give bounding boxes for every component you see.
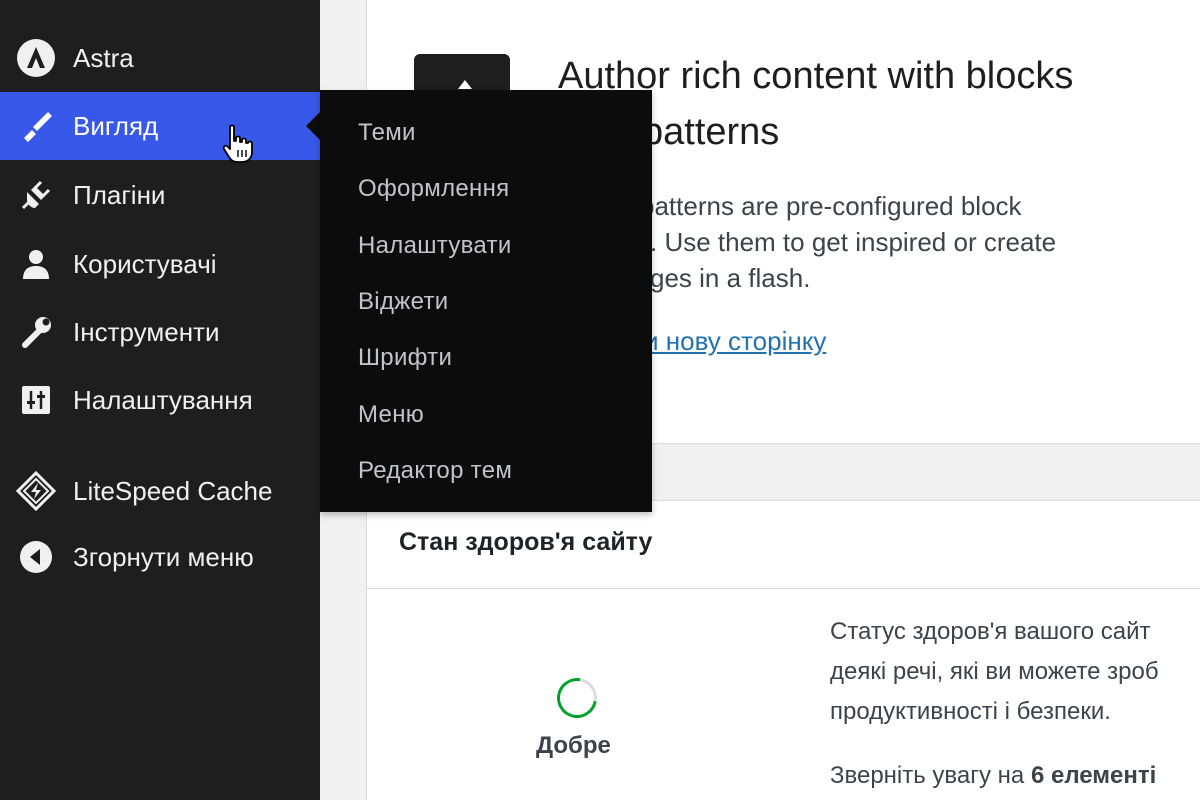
submenu-item-widgets[interactable]: Віджети <box>358 288 448 316</box>
submenu-item-design[interactable]: Оформлення <box>358 175 509 203</box>
wrench-icon <box>16 312 56 352</box>
appearance-submenu: Теми Оформлення Налаштувати Віджети Шриф… <box>320 90 652 512</box>
admin-sidebar: Astra Вигляд Плагіни Користувачі Інструм… <box>0 0 320 800</box>
submenu-item-customize[interactable]: Налаштувати <box>358 232 512 260</box>
health-notice: Зверніть увагу на 6 елементі <box>830 756 1156 796</box>
health-description: Статус здоров'я вашого сайт <box>830 618 1151 645</box>
health-notice-text: Зверніть увагу на <box>830 762 1031 789</box>
sidebar-item-astra[interactable]: Astra <box>0 24 320 92</box>
sidebar-item-label: Інструменти <box>73 316 220 347</box>
submenu-item-themes[interactable]: Теми <box>358 119 416 147</box>
add-new-page-link[interactable]: и нову сторінку <box>644 326 826 357</box>
welcome-text: patterns are pre-configured block <box>640 191 1022 221</box>
submenu-item-menus[interactable]: Меню <box>358 401 424 429</box>
submenu-item-theme-editor[interactable]: Редактор тем <box>358 457 512 485</box>
sidebar-item-tools[interactable]: Інструменти <box>0 298 320 366</box>
welcome-text: ges in a flash. <box>650 263 811 293</box>
health-description: деякі речі, які ви можете зроб <box>830 658 1159 685</box>
sidebar-item-label: Згорнути меню <box>73 541 254 572</box>
sidebar-item-settings[interactable]: Налаштування <box>0 366 320 434</box>
collapse-arrow-icon <box>16 537 56 577</box>
submenu-item-fonts[interactable]: Шрифти <box>358 344 452 372</box>
plugin-icon <box>16 175 56 215</box>
sidebar-item-users[interactable]: Користувачі <box>0 230 320 298</box>
litespeed-icon <box>16 471 56 511</box>
sidebar-item-litespeed[interactable]: LiteSpeed Cache <box>0 457 320 525</box>
sidebar-item-label: Користувачі <box>73 248 217 279</box>
collapse-menu-button[interactable]: Згорнути меню <box>0 523 320 591</box>
sidebar-item-label: Налаштування <box>73 384 253 415</box>
health-status-label: Добре <box>536 732 611 759</box>
welcome-heading-cont: patterns <box>642 111 780 153</box>
sidebar-item-label: Плагіни <box>73 179 166 210</box>
settings-sliders-icon <box>16 380 56 420</box>
astra-logo-icon <box>16 38 56 78</box>
sidebar-item-appearance[interactable]: Вигляд <box>0 92 320 160</box>
paintbrush-icon <box>16 106 56 146</box>
hand-pointer-cursor-icon <box>222 124 254 169</box>
divider <box>366 588 1200 589</box>
user-icon <box>16 244 56 284</box>
sidebar-item-label: Astra <box>73 42 134 73</box>
sidebar-item-label: LiteSpeed Cache <box>73 475 273 506</box>
health-description: продуктивності і безпеки. <box>830 698 1111 725</box>
sidebar-item-label: Вигляд <box>73 110 159 141</box>
welcome-text: . Use them to get inspired or create <box>650 227 1057 257</box>
health-notice-count[interactable]: 6 елементі <box>1031 762 1156 789</box>
sidebar-item-plugins[interactable]: Плагіни <box>0 161 320 229</box>
site-health-title: Стан здоров'я сайту <box>399 528 653 556</box>
